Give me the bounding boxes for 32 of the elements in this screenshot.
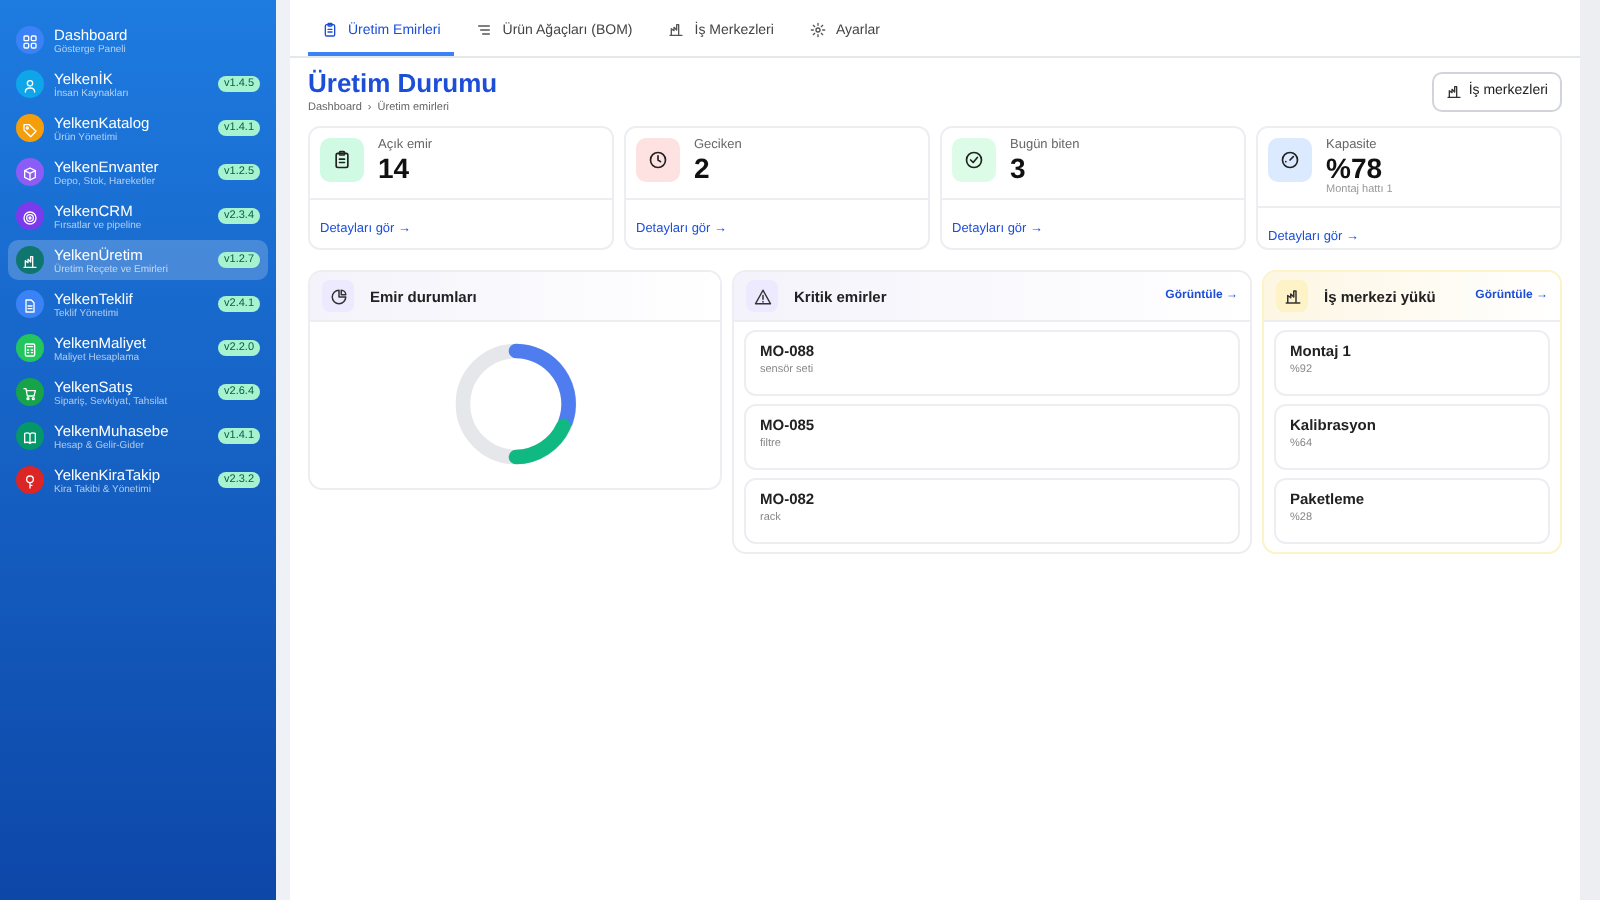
clock-icon (648, 150, 668, 170)
cart-icon (22, 385, 38, 401)
target-icon (22, 209, 38, 225)
page-title: Üretim Durumu (308, 68, 498, 98)
gauge-icon (1280, 150, 1300, 170)
person-icon (22, 77, 38, 93)
clipboard-icon (332, 150, 352, 170)
stat-value: 3 (1010, 152, 1028, 184)
check-circle-icon (964, 150, 984, 170)
donut-drawing (451, 340, 579, 468)
factory-icon (1284, 288, 1302, 306)
document-icon (22, 297, 38, 313)
settings-icon (809, 22, 826, 38)
factory-icon (1446, 83, 1463, 99)
icon-tile (1276, 280, 1308, 312)
box-icon (22, 165, 38, 181)
tag-icon (22, 121, 38, 137)
factory-icon (668, 22, 685, 38)
clipboard-icon (322, 22, 338, 38)
calculator-icon (22, 341, 38, 357)
factory-icon (22, 253, 38, 269)
warning-icon (754, 288, 772, 306)
stat-value: %78 (1326, 152, 1385, 184)
key-icon (22, 473, 38, 489)
stat-value: 2 (694, 152, 712, 184)
pie-chart-icon (330, 288, 348, 306)
book-icon (22, 429, 38, 445)
icon-tile (322, 280, 354, 312)
stat-value: 14 (378, 152, 412, 184)
grid-icon (22, 33, 38, 49)
list-icon (476, 22, 493, 38)
icon-tile (746, 280, 778, 312)
